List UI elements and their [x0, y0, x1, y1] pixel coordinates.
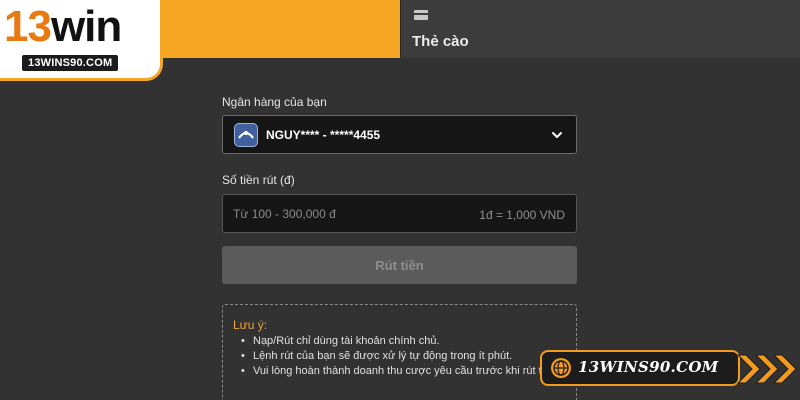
domain-banner: 13WINS90.COM	[540, 350, 800, 390]
note-box: Lưu ý: Nạp/Rút chỉ dùng tài khoản chính …	[222, 304, 577, 400]
chevron-down-icon	[552, 132, 562, 138]
card-icon	[414, 10, 428, 20]
amount-label: Số tiền rút (đ)	[222, 173, 295, 187]
bank-select[interactable]: NGUY**** - *****4455	[222, 115, 577, 154]
exchange-rate: 1đ = 1,000 VND	[479, 208, 565, 222]
note-title: Lưu ý:	[233, 318, 268, 332]
logo-domain: 13WINS90.COM	[22, 55, 119, 71]
note-item: Vui lòng hoàn thành doanh thu cược yêu c…	[233, 365, 563, 378]
note-item: Nạp/Rút chỉ dùng tài khoản chính chủ.	[233, 335, 563, 348]
note-item: Lệnh rút của bạn sẽ được xử lý tự động t…	[233, 350, 563, 363]
brand-logo: 13win 13WINS90.COM	[0, 0, 160, 78]
tab-card[interactable]: Thẻ cào	[400, 0, 800, 58]
globe-icon	[551, 358, 571, 378]
tab-card-label: Thẻ cào	[412, 33, 469, 50]
chevron-arrows-icon	[736, 354, 797, 384]
banner-domain: 13WINS90.COM	[578, 358, 719, 376]
note-list: Nạp/Rút chỉ dùng tài khoản chính chủ. Lệ…	[233, 335, 563, 380]
logo-number: 13	[4, 2, 52, 51]
bank-select-value: NGUY**** - *****4455	[266, 128, 381, 142]
logo-word: win	[50, 2, 122, 51]
bank-label: Ngân hàng của bạn	[222, 95, 327, 109]
bank-logo-icon	[234, 123, 258, 147]
amount-field: 1đ = 1,000 VND	[222, 194, 577, 233]
amount-input[interactable]	[233, 195, 453, 232]
withdraw-button[interactable]: Rút tiền	[222, 246, 577, 284]
